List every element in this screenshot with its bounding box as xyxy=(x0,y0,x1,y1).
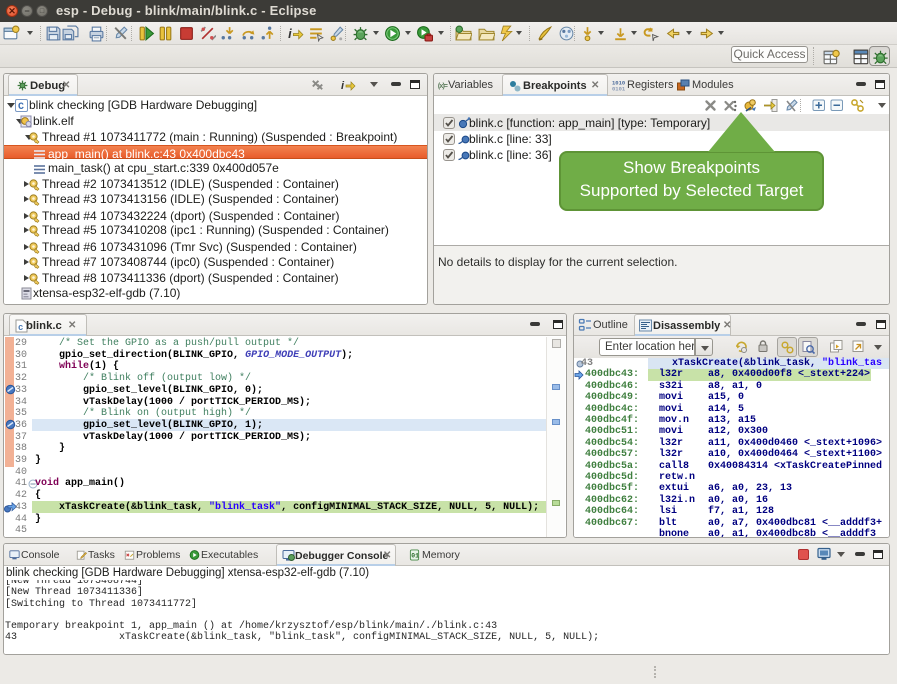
svg-text:01: 01 xyxy=(411,552,419,559)
svg-text:(x)=: (x)= xyxy=(437,83,448,90)
svg-text:C: C xyxy=(18,102,24,112)
svg-text:i: i xyxy=(341,80,345,92)
svg-text:c: c xyxy=(18,323,23,333)
svg-text:i: i xyxy=(288,26,292,41)
svg-text:0101: 0101 xyxy=(612,86,625,93)
